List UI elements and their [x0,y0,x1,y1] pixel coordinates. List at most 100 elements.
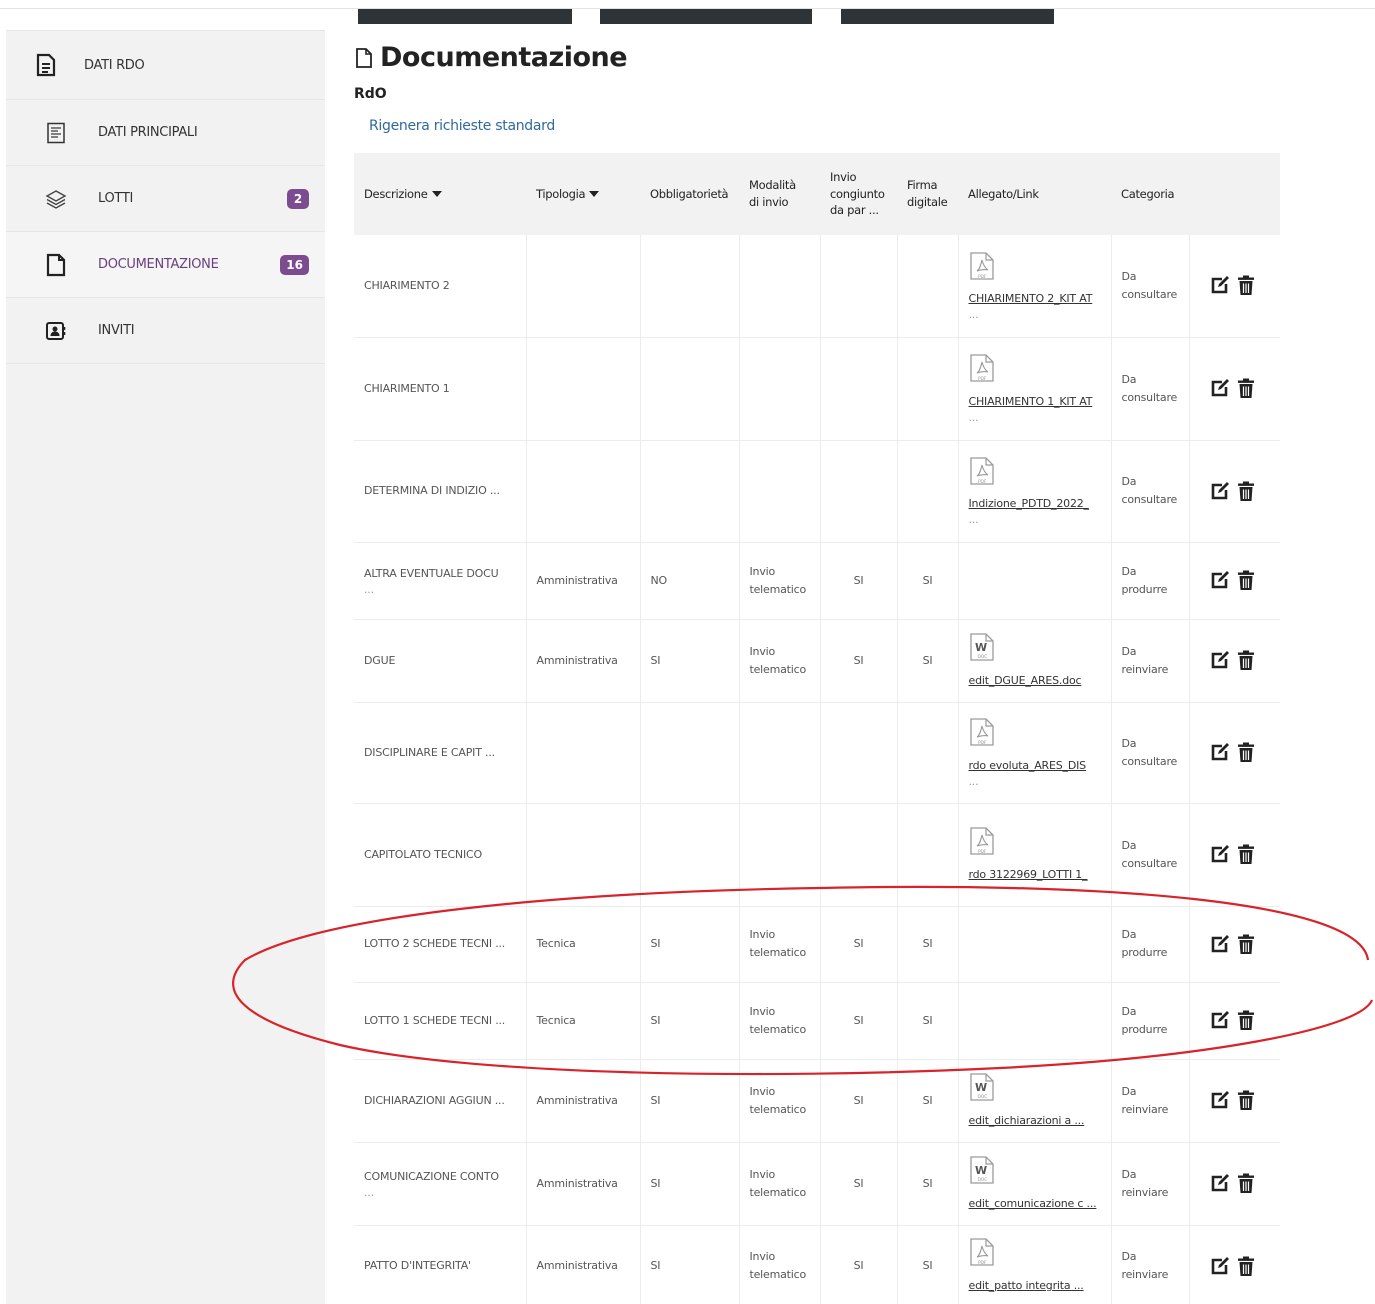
cell-invio-congiunto [820,702,898,804]
top-tab-3[interactable] [841,9,1054,24]
attachment-link[interactable]: edit_dichiarazioni a ... [969,1112,1101,1130]
categoria-text: Da [1121,1084,1137,1098]
trash-icon[interactable] [1237,481,1255,502]
cell-actions [1189,1225,1280,1304]
edit-icon[interactable] [1210,1011,1229,1030]
cell-firma-digitale [897,337,959,441]
sidebar-item-dati-principali[interactable]: DATI PRINCIPALI [6,100,325,166]
edit-icon[interactable] [1210,276,1229,295]
cell-categoria: Da produrre [1111,982,1190,1060]
sort-caret-icon[interactable] [431,191,442,198]
cell-allegato: W DOC edit_comunicazione c ... [958,1142,1112,1226]
column-header-firma-digitale: Firma digitale [897,153,958,235]
trash-icon[interactable] [1237,1173,1255,1194]
trash-icon[interactable] [1237,742,1255,763]
attachment-link[interactable]: edit_DGUE_ARES.doc [969,672,1101,690]
cell-actions [1189,337,1280,441]
modalita-text: Invio [749,644,776,658]
svg-text:W: W [975,641,987,654]
cell-obbligatorieta: SI [640,1059,740,1143]
attachment-link[interactable]: rdo evoluta_ARES_DIS [969,757,1101,775]
attachment-link[interactable]: CHIARIMENTO 1_KIT AT [969,393,1101,411]
trash-icon[interactable] [1237,1010,1255,1031]
column-header-tipologia[interactable]: Tipologia [526,153,640,235]
sidebar-item-inviti[interactable]: INVITI [6,298,325,364]
pdf-file-icon[interactable]: PDF [969,1237,1101,1273]
cell-actions [1189,619,1280,703]
cell-categoria: Da reinviare [1111,1225,1190,1304]
attachment-link[interactable]: edit_comunicazione c ... [969,1195,1101,1213]
column-header-label: congiunto [830,186,885,201]
lotti-count-badge: 2 [287,188,309,209]
regenerate-standard-requests-link[interactable]: Rigenera richieste standard [369,118,555,134]
attachment-more: ... [968,307,979,321]
word-file-icon[interactable]: W DOC [969,1072,1101,1108]
trash-icon[interactable] [1237,378,1255,399]
categoria-text: Da [1121,564,1137,578]
cell-descrizione: COMUNICAZIONE CONTO... [354,1142,527,1226]
sort-caret-icon[interactable] [589,191,600,198]
attachment-link[interactable]: CHIARIMENTO 2_KIT AT [969,290,1101,308]
cell-tipologia [526,702,641,804]
categoria-text: produrre [1121,946,1168,959]
edit-icon[interactable] [1210,934,1229,954]
edit-icon[interactable] [1210,481,1229,501]
trash-icon[interactable] [1237,934,1255,955]
trash-icon[interactable] [1237,650,1255,671]
trash-icon[interactable] [1237,1256,1255,1277]
top-tab-1[interactable] [358,9,572,24]
sidebar-item-label: DATI PRINCIPALI [98,125,198,140]
edit-icon[interactable] [1210,379,1229,398]
sidebar-item-dati-rdo[interactable]: DATI RDO [6,30,325,100]
cell-actions [1189,235,1280,338]
trash-icon[interactable] [1237,844,1255,865]
pdf-file-icon[interactable]: PDF [969,251,1101,287]
pdf-file-icon[interactable]: PDF [969,353,1101,389]
pdf-file-icon[interactable]: PDF [969,717,1101,753]
pdf-file-icon[interactable]: PDF [969,826,1101,862]
word-file-icon[interactable]: W DOC [969,632,1101,668]
edit-icon[interactable] [1210,1174,1229,1193]
edit-icon[interactable] [1210,1091,1229,1110]
cell-allegato: PDF CHIARIMENTO 1_KIT AT... [958,337,1112,441]
cell-invio-congiunto: SI [820,906,898,983]
cell-modalita: Invio telematico [739,906,821,983]
attachment-link[interactable]: edit_patto integrita ... [969,1277,1101,1295]
categoria-text: consultare [1121,493,1178,506]
categoria-text: Da [1121,928,1137,942]
table-row: DICHIARAZIONI AGGIUN ... Amministrativa SI… [354,1059,1280,1143]
svg-text:DOC: DOC [977,654,987,660]
word-file-icon[interactable]: W DOC [969,1155,1101,1191]
cell-obbligatorieta: NO [640,542,740,620]
cell-modalita [739,702,821,804]
edit-icon[interactable] [1210,1256,1229,1276]
cell-invio-congiunto [820,337,898,441]
edit-icon[interactable] [1210,571,1229,590]
trash-icon[interactable] [1237,1090,1255,1111]
attachment-link[interactable]: Indizione_PDTD_2022_ [969,495,1101,513]
categoria-text: Da [1121,838,1137,852]
sidebar-item-lotti[interactable]: LOTTI 2 [6,166,325,232]
trash-icon[interactable] [1237,275,1255,296]
categoria-text: Da [1121,644,1137,658]
documents-table: Descrizione Tipologia Obbligatorietà Mod… [354,153,1280,1304]
pdf-file-icon[interactable]: PDF [969,456,1101,492]
cell-modalita: Invio telematico [739,1225,821,1304]
cell-invio-congiunto: SI [820,1142,898,1226]
edit-icon[interactable] [1210,743,1229,762]
description-text: DGUE [364,653,396,667]
attachment-link[interactable]: rdo 3122969_LOTTI 1_ [969,866,1101,884]
trash-icon[interactable] [1237,570,1255,591]
top-tab-2[interactable] [600,9,812,24]
column-header-descrizione[interactable]: Descrizione [354,153,526,235]
cell-modalita [739,803,821,907]
edit-icon[interactable] [1210,651,1229,670]
edit-icon[interactable] [1210,845,1229,864]
cell-categoria: Da consultare [1111,702,1190,804]
cell-invio-congiunto: SI [820,982,898,1060]
form-icon [44,121,68,145]
table-header-row: Descrizione Tipologia Obbligatorietà Mod… [354,153,1280,235]
cell-tipologia: Amministrativa [526,619,641,703]
sidebar-item-documentazione[interactable]: DOCUMENTAZIONE 16 [6,232,325,298]
cell-invio-congiunto [820,440,898,543]
